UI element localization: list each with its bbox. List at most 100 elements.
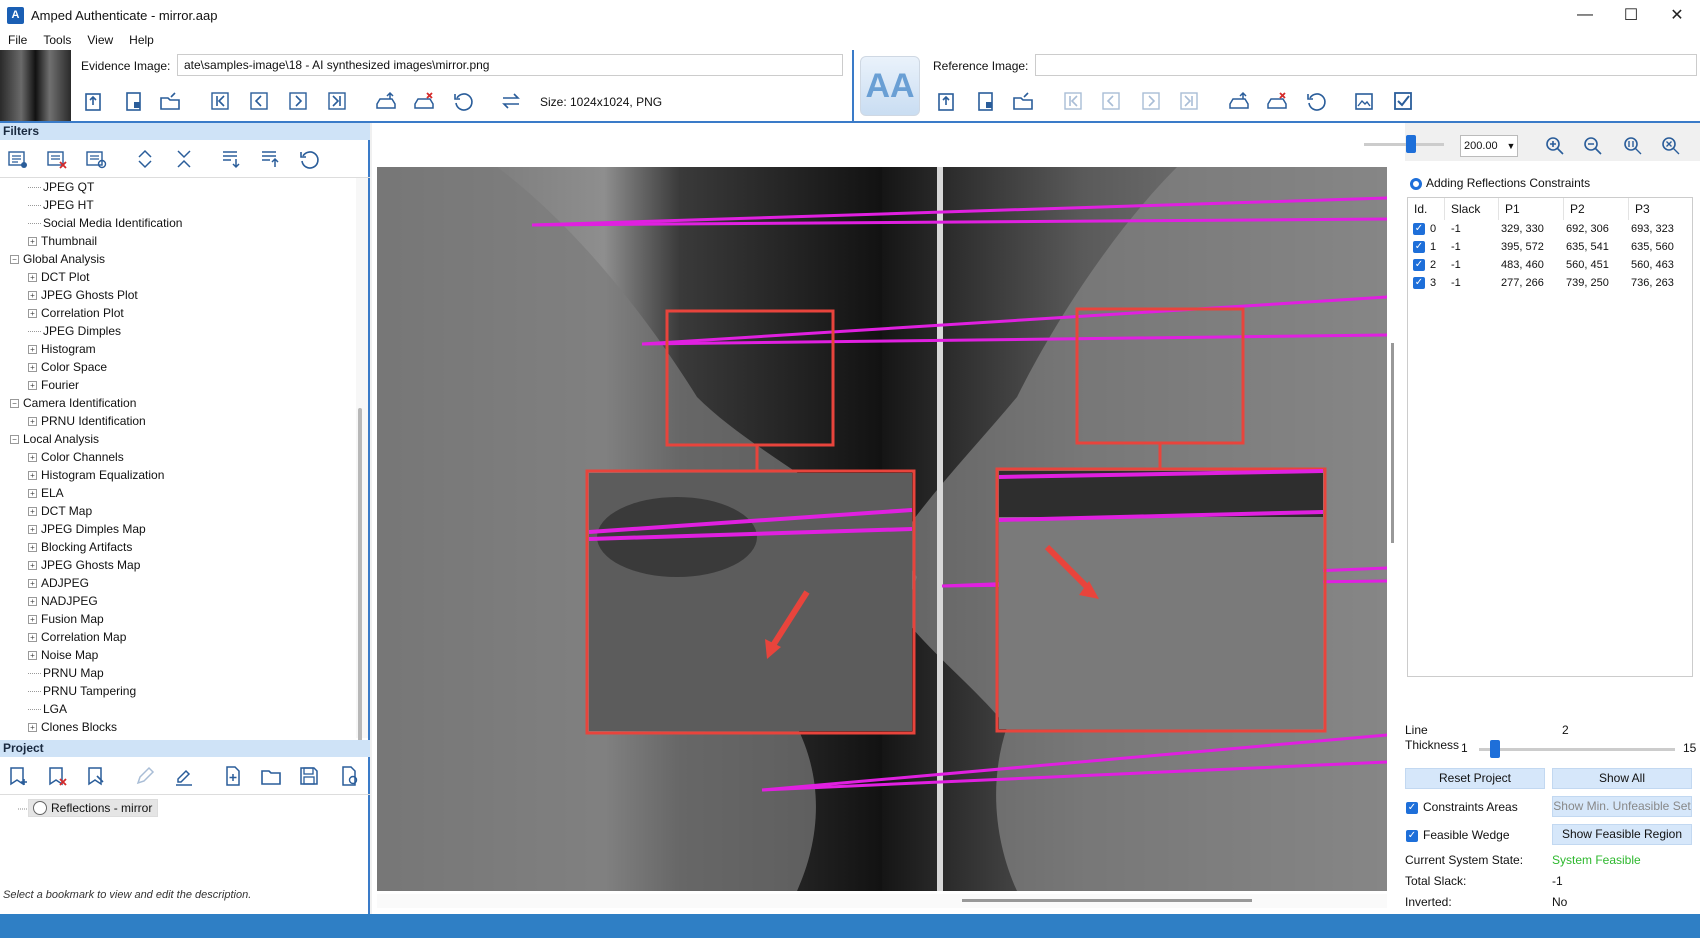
- show-all-button[interactable]: Show All: [1552, 768, 1692, 789]
- filter-tree-item[interactable]: + DCT Plot: [28, 268, 89, 286]
- menu-file[interactable]: File: [0, 33, 35, 47]
- expand-icon[interactable]: +: [28, 291, 37, 301]
- filter-tree-item[interactable]: − Global Analysis: [10, 250, 105, 268]
- expand-icon[interactable]: +: [28, 417, 37, 427]
- row-checkbox[interactable]: ✓: [1413, 241, 1425, 253]
- filter-tree-item[interactable]: + Histogram: [28, 340, 96, 358]
- collapse-icon[interactable]: −: [10, 255, 19, 265]
- save-project-icon[interactable]: [296, 763, 322, 789]
- project-bookmark-item[interactable]: Reflections - mirror: [28, 799, 159, 817]
- expand-icon[interactable]: +: [28, 723, 37, 733]
- filter-tree-item[interactable]: + JPEG Ghosts Plot: [28, 286, 138, 304]
- column-p2[interactable]: P2: [1564, 198, 1629, 220]
- filter-tree-item[interactable]: − Local Analysis: [10, 430, 99, 448]
- remove-filter-icon[interactable]: [44, 146, 70, 172]
- collapse-icon[interactable]: −: [10, 399, 19, 409]
- minimize-button[interactable]: —: [1562, 0, 1608, 30]
- zoom-actual-size-icon[interactable]: [1620, 133, 1646, 159]
- reference-remove-drive-icon[interactable]: [1264, 88, 1290, 114]
- filter-tree-item[interactable]: + Clones Blocks: [28, 718, 117, 736]
- expand-icon[interactable]: +: [28, 633, 37, 643]
- filter-tree-item[interactable]: + Blocking Artifacts: [28, 538, 132, 556]
- open-project-icon[interactable]: [258, 763, 284, 789]
- filter-tree-item[interactable]: − Camera Identification: [10, 394, 136, 412]
- expand-icon[interactable]: +: [28, 597, 37, 607]
- filter-tree-item[interactable]: + Fourier: [28, 376, 79, 394]
- expand-all-icon[interactable]: [132, 146, 158, 172]
- expand-icon[interactable]: +: [28, 345, 37, 355]
- compare-images-icon[interactable]: [1351, 88, 1377, 114]
- expand-icon[interactable]: +: [28, 273, 37, 283]
- collapse-all-icon[interactable]: [171, 146, 197, 172]
- filter-tree-item[interactable]: PRNU Map: [28, 664, 104, 682]
- maximize-button[interactable]: ☐: [1608, 0, 1654, 30]
- next-image-icon[interactable]: [285, 88, 311, 114]
- go-to-bookmark-icon[interactable]: [83, 763, 109, 789]
- feasible-wedge-checkbox[interactable]: ✓: [1406, 830, 1418, 842]
- first-image-icon[interactable]: [207, 88, 233, 114]
- image-canvas[interactable]: [377, 167, 1387, 891]
- reference-upload-drive-icon[interactable]: [1226, 88, 1252, 114]
- filter-tree-item[interactable]: + Histogram Equalization: [28, 466, 164, 484]
- column-id[interactable]: Id.: [1408, 198, 1445, 220]
- reset-icon[interactable]: [450, 88, 476, 114]
- open-folder-icon[interactable]: [157, 88, 183, 114]
- reference-next-icon[interactable]: [1138, 88, 1164, 114]
- import-filters-icon[interactable]: [218, 146, 244, 172]
- filter-tree-item[interactable]: + DCT Map: [28, 502, 92, 520]
- expand-icon[interactable]: +: [28, 471, 37, 481]
- load-reference-icon[interactable]: [934, 88, 960, 114]
- show-feasible-region-button[interactable]: Show Feasible Region: [1552, 824, 1692, 845]
- add-filter-icon[interactable]: [5, 146, 31, 172]
- expand-icon[interactable]: +: [28, 615, 37, 625]
- expand-icon[interactable]: +: [28, 579, 37, 589]
- column-p3[interactable]: P3: [1629, 198, 1692, 220]
- expand-icon[interactable]: +: [28, 489, 37, 499]
- zoom-slider-track[interactable]: [1364, 143, 1444, 146]
- menu-help[interactable]: Help: [121, 33, 162, 47]
- filter-tree-item[interactable]: + ELA: [28, 484, 64, 502]
- column-slack[interactable]: Slack: [1445, 198, 1499, 220]
- add-bookmark-icon[interactable]: [5, 763, 31, 789]
- filter-tree-item[interactable]: Social Media Identification: [28, 214, 182, 232]
- row-checkbox[interactable]: ✓: [1413, 277, 1425, 289]
- analysis-image[interactable]: [377, 167, 1387, 891]
- verify-checkbox-icon[interactable]: [1390, 88, 1416, 114]
- zoom-fit-icon[interactable]: [1658, 133, 1684, 159]
- filter-tree-item[interactable]: + Correlation Map: [28, 628, 126, 646]
- filter-tree-item[interactable]: + Correlation Plot: [28, 304, 124, 322]
- filter-settings-icon[interactable]: [83, 146, 109, 172]
- menu-tools[interactable]: Tools: [35, 33, 79, 47]
- bookmark-checkbox[interactable]: [33, 801, 47, 815]
- expand-icon[interactable]: +: [28, 525, 37, 535]
- remove-drive-icon[interactable]: [411, 88, 437, 114]
- filter-tree-item[interactable]: + ADJPEG: [28, 574, 89, 592]
- filter-tree-item[interactable]: + Color Channels: [28, 448, 124, 466]
- export-reference-icon[interactable]: [973, 88, 999, 114]
- menu-view[interactable]: View: [79, 33, 121, 47]
- filter-tree-item[interactable]: + Fusion Map: [28, 610, 104, 628]
- filter-tree-item[interactable]: + JPEG Ghosts Map: [28, 556, 140, 574]
- filter-tree-item[interactable]: + PRNU Identification: [28, 412, 146, 430]
- project-settings-icon[interactable]: [336, 763, 362, 789]
- reset-project-button[interactable]: Reset Project: [1405, 768, 1545, 789]
- filter-tree-item[interactable]: + Color Space: [28, 358, 107, 376]
- expand-icon[interactable]: +: [28, 237, 37, 247]
- expand-icon[interactable]: +: [28, 363, 37, 373]
- filter-tree-item[interactable]: LGA: [28, 700, 67, 718]
- upload-drive-icon[interactable]: [373, 88, 399, 114]
- last-image-icon[interactable]: [324, 88, 350, 114]
- zoom-out-icon[interactable]: [1580, 133, 1606, 159]
- evidence-path-field[interactable]: ate\samples-image\18 - AI synthesized im…: [177, 54, 843, 76]
- reset-filters-icon[interactable]: [296, 146, 322, 172]
- zoom-dropdown-icon[interactable]: ▼: [1504, 135, 1518, 157]
- filter-tree-item[interactable]: JPEG HT: [28, 196, 94, 214]
- filter-tree-item[interactable]: PRNU Tampering: [28, 682, 136, 700]
- table-row[interactable]: ✓ 3 -1 277, 266 739, 250 736, 263: [1408, 274, 1692, 293]
- row-checkbox[interactable]: ✓: [1413, 223, 1425, 235]
- expand-icon[interactable]: +: [28, 309, 37, 319]
- filter-tree-item[interactable]: + Noise Map: [28, 646, 98, 664]
- filter-tree-item[interactable]: JPEG QT: [28, 178, 94, 196]
- viewer-horizontal-scroll-thumb[interactable]: [962, 899, 1252, 902]
- expand-icon[interactable]: +: [28, 651, 37, 661]
